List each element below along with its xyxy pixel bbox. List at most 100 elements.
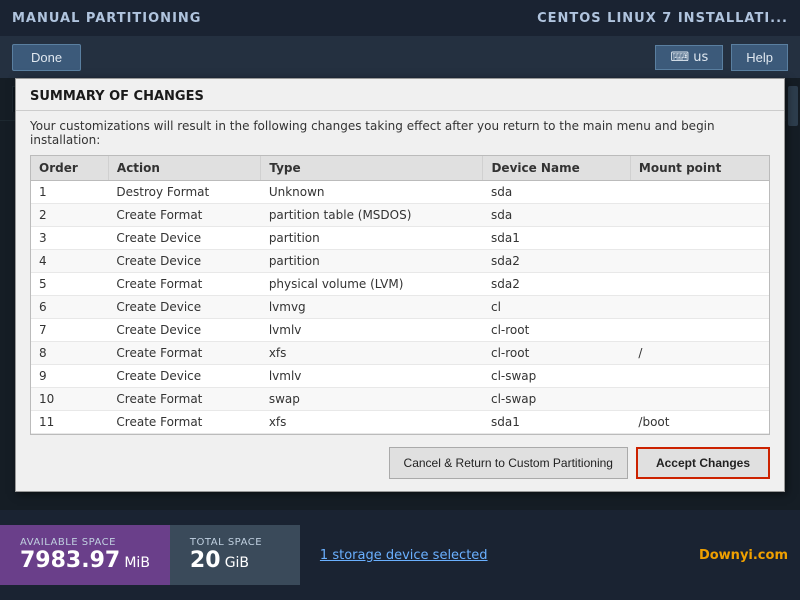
cell-device: cl-root [483,342,630,365]
changes-table-wrap: Order Action Type Device Name Mount poin… [30,155,770,435]
cell-type: partition table (MSDOS) [261,204,483,227]
cell-mount [630,319,769,342]
cell-order: 2 [31,204,108,227]
cell-action: Create Format [108,204,260,227]
cell-device: sda2 [483,273,630,296]
available-space-number: 7983.97 [20,548,120,573]
done-button[interactable]: Done [12,44,81,71]
cell-order: 3 [31,227,108,250]
changes-table: Order Action Type Device Name Mount poin… [31,156,769,434]
cell-order: 9 [31,365,108,388]
cell-type: Unknown [261,181,483,204]
cell-action: Create Format [108,388,260,411]
cell-order: 6 [31,296,108,319]
available-space-label: AVAILABLE SPACE [20,537,150,548]
col-mount-point: Mount point [630,156,769,181]
table-row: 9Create Devicelvmlvcl-swap [31,365,769,388]
cell-mount: /boot [630,411,769,434]
cell-action: Create Format [108,273,260,296]
cell-type: lvmvg [261,296,483,319]
cell-type: physical volume (LVM) [261,273,483,296]
cell-order: 11 [31,411,108,434]
cell-order: 8 [31,342,108,365]
dialog-title: SUMMARY OF CHANGES [16,79,784,111]
cell-mount [630,388,769,411]
cell-type: lvmlv [261,319,483,342]
table-row: 4Create Devicepartitionsda2 [31,250,769,273]
table-row: 1Destroy FormatUnknownsda [31,181,769,204]
available-space-value: 7983.97 MiB [20,548,150,573]
table-body: 1Destroy FormatUnknownsda2Create Formatp… [31,181,769,434]
table-header: Order Action Type Device Name Mount poin… [31,156,769,181]
col-order: Order [31,156,108,181]
bottom-right: Downyi.com [699,548,800,563]
cell-action: Destroy Format [108,181,260,204]
cell-device: sda2 [483,250,630,273]
cell-order: 10 [31,388,108,411]
cancel-button[interactable]: Cancel & Return to Custom Partitioning [389,447,628,479]
install-title: CENTOS LINUX 7 INSTALLATI... [537,11,788,26]
total-space-unit: GiB [225,555,249,571]
bottom-link-area: 1 storage device selected [300,548,699,563]
table-row: 7Create Devicelvmlvcl-root [31,319,769,342]
cell-mount [630,181,769,204]
cell-mount [630,273,769,296]
bottom-bar: AVAILABLE SPACE 7983.97 MiB TOTAL SPACE … [0,510,800,600]
keyboard-lang: us [693,50,708,65]
table-row: 3Create Devicepartitionsda1 [31,227,769,250]
cell-mount [630,296,769,319]
cell-mount [630,204,769,227]
cell-order: 7 [31,319,108,342]
cell-device: cl-swap [483,365,630,388]
col-type: Type [261,156,483,181]
cell-type: xfs [261,342,483,365]
available-space-box: AVAILABLE SPACE 7983.97 MiB [0,525,170,585]
keyboard-icon: ⌨ [670,50,689,65]
available-space-unit: MiB [124,555,150,571]
col-action: Action [108,156,260,181]
cell-device: cl-root [483,319,630,342]
dialog-desc: Your customizations will result in the f… [16,111,784,155]
table-row: 11Create Formatxfssda1/boot [31,411,769,434]
cell-type: swap [261,388,483,411]
cell-action: Create Device [108,319,260,342]
cell-action: Create Device [108,227,260,250]
table-header-row: Order Action Type Device Name Mount poin… [31,156,769,181]
keyboard-widget[interactable]: ⌨ us [655,45,723,70]
table-row: 8Create Formatxfscl-root/ [31,342,769,365]
cell-device: sda [483,181,630,204]
total-space-number: 20 [190,548,221,573]
help-button[interactable]: Help [731,44,788,71]
cell-action: Create Device [108,365,260,388]
top-bar: MANUAL PARTITIONING CENTOS LINUX 7 INSTA… [0,0,800,36]
branding-logo: Downyi.com [699,548,788,563]
accept-changes-button[interactable]: Accept Changes [636,447,770,479]
app-title: MANUAL PARTITIONING [12,11,201,26]
cell-device: sda1 [483,227,630,250]
cell-device: cl [483,296,630,319]
cell-order: 4 [31,250,108,273]
col-device-name: Device Name [483,156,630,181]
table-row: 2Create Formatpartition table (MSDOS)sda [31,204,769,227]
cell-order: 5 [31,273,108,296]
cell-mount [630,365,769,388]
cell-type: partition [261,250,483,273]
cell-action: Create Format [108,411,260,434]
table-row: 6Create Devicelvmvgcl [31,296,769,319]
dialog-buttons: Cancel & Return to Custom Partitioning A… [16,435,784,491]
total-space-value: 20 GiB [190,548,280,573]
cell-order: 1 [31,181,108,204]
cell-device: sda [483,204,630,227]
cell-type: lvmlv [261,365,483,388]
cell-type: partition [261,227,483,250]
total-space-label: TOTAL SPACE [190,537,280,548]
storage-link[interactable]: 1 storage device selected [320,548,488,563]
summary-dialog: SUMMARY OF CHANGES Your customizations w… [15,78,785,492]
cell-action: Create Device [108,296,260,319]
cell-device: cl-swap [483,388,630,411]
cell-mount [630,250,769,273]
cell-device: sda1 [483,411,630,434]
done-bar: Done ⌨ us Help [0,36,800,78]
table-row: 5Create Formatphysical volume (LVM)sda2 [31,273,769,296]
cell-action: Create Device [108,250,260,273]
